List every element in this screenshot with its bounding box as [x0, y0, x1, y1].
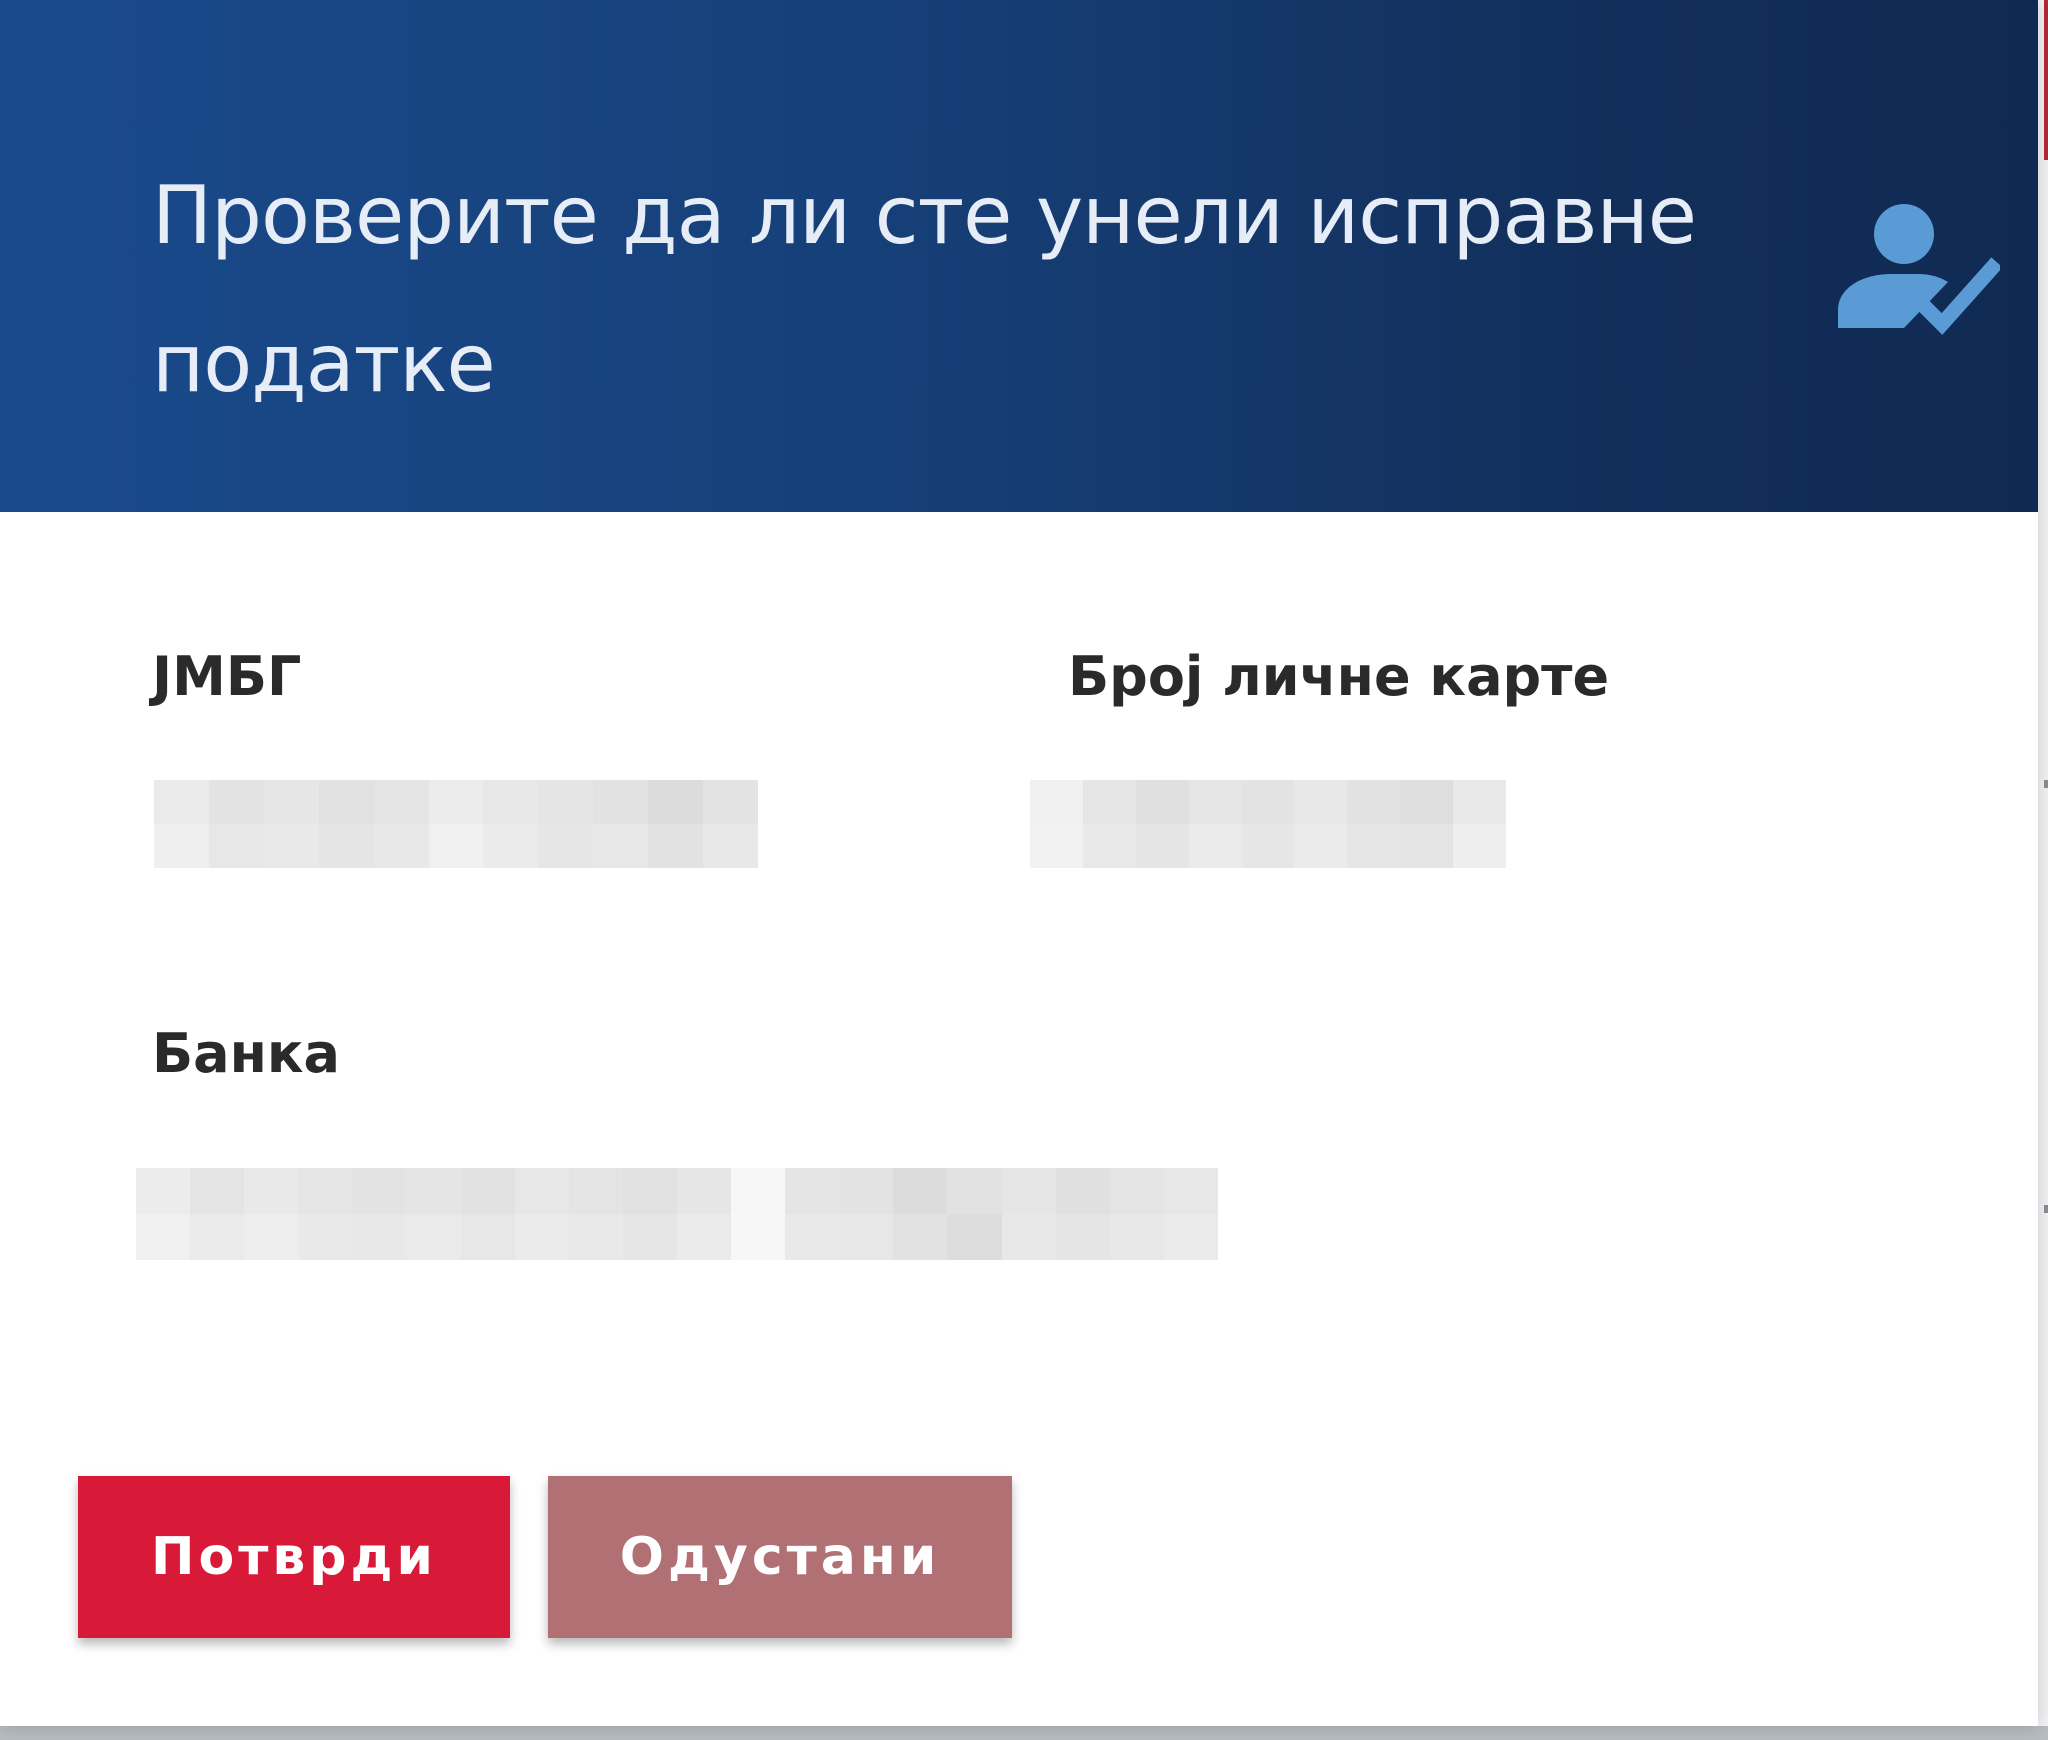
bank-value-redacted — [136, 1168, 1218, 1260]
bank-label: Банка — [152, 1022, 340, 1085]
background-edge — [2044, 1205, 2048, 1213]
id-card-number-value-redacted — [1030, 780, 1506, 868]
jmbg-label: ЈМБГ — [152, 645, 302, 708]
background-edge — [2044, 780, 2048, 788]
background-bottom-bar — [0, 1726, 2048, 1740]
confirmation-dialog: Проверите да ли сте унели исправне подат… — [0, 0, 2038, 1726]
id-card-number-label: Број личне карте — [1068, 645, 1610, 708]
dialog-header: Проверите да ли сте унели исправне подат… — [0, 0, 2038, 512]
cancel-button[interactable]: Одустани — [548, 1476, 1012, 1638]
jmbg-value-redacted — [154, 780, 758, 868]
user-check-icon — [1834, 200, 2000, 340]
dialog-title: Проверите да ли сте унели исправне подат… — [152, 169, 1697, 410]
background-edge — [2044, 0, 2048, 160]
confirm-button[interactable]: Потврди — [78, 1476, 510, 1638]
